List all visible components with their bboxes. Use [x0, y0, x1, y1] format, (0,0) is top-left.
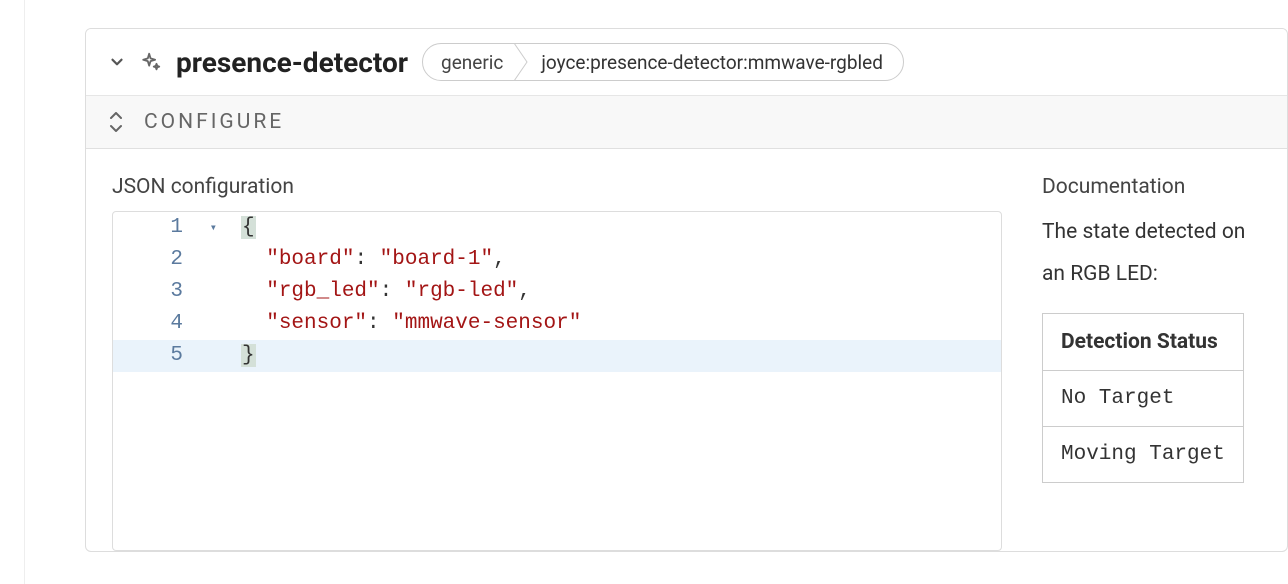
code-value: "board-1" [380, 248, 493, 271]
code-key: "rgb_led" [266, 280, 379, 303]
line-number: 3 [170, 280, 183, 303]
breadcrumb-model[interactable]: joyce:presence-detector:mmwave-rgbled [523, 44, 903, 80]
sparkle-icon [140, 51, 162, 73]
code-key: "board" [266, 248, 354, 271]
code-key: "sensor" [266, 312, 367, 335]
line-number: 5 [170, 344, 183, 367]
documentation-label: Documentation [1042, 175, 1261, 199]
line-number: 2 [170, 248, 183, 271]
component-title: presence-detector [176, 46, 408, 79]
table-row: Moving Target [1043, 427, 1244, 483]
configure-bar[interactable]: Configure [86, 96, 1287, 149]
json-editor[interactable]: 1▾ { 2 "board": "board-1", 3 "rgb_led": … [112, 211, 1002, 551]
card-header: presence-detector generic joyce:presence… [86, 29, 1287, 96]
code-value: "rgb-led" [405, 280, 518, 303]
configure-label: Configure [144, 110, 284, 134]
line-number: 4 [170, 312, 183, 335]
fold-arrow-icon[interactable]: ▾ [210, 212, 217, 244]
documentation-intro: The state detected on an RGB LED: [1042, 211, 1261, 295]
code-brace-open: { [241, 216, 256, 239]
line-number: 1 [170, 216, 183, 239]
left-rail [0, 0, 25, 584]
chevron-down-icon[interactable] [108, 53, 126, 71]
collapse-icon[interactable] [108, 112, 124, 132]
breadcrumb: generic joyce:presence-detector:mmwave-r… [422, 43, 904, 81]
detection-status-table: Detection Status No Target Moving Target [1042, 313, 1244, 483]
code-brace-close: } [241, 344, 256, 367]
json-config-label: JSON configuration [112, 175, 1002, 199]
config-body: JSON configuration 1▾ { 2 "board": "boar… [86, 149, 1287, 551]
breadcrumb-generic[interactable]: generic [423, 44, 523, 80]
code-value: "mmwave-sensor" [392, 312, 581, 335]
table-header: Detection Status [1043, 314, 1244, 371]
table-row: No Target [1043, 371, 1244, 427]
component-card: presence-detector generic joyce:presence… [85, 28, 1288, 552]
